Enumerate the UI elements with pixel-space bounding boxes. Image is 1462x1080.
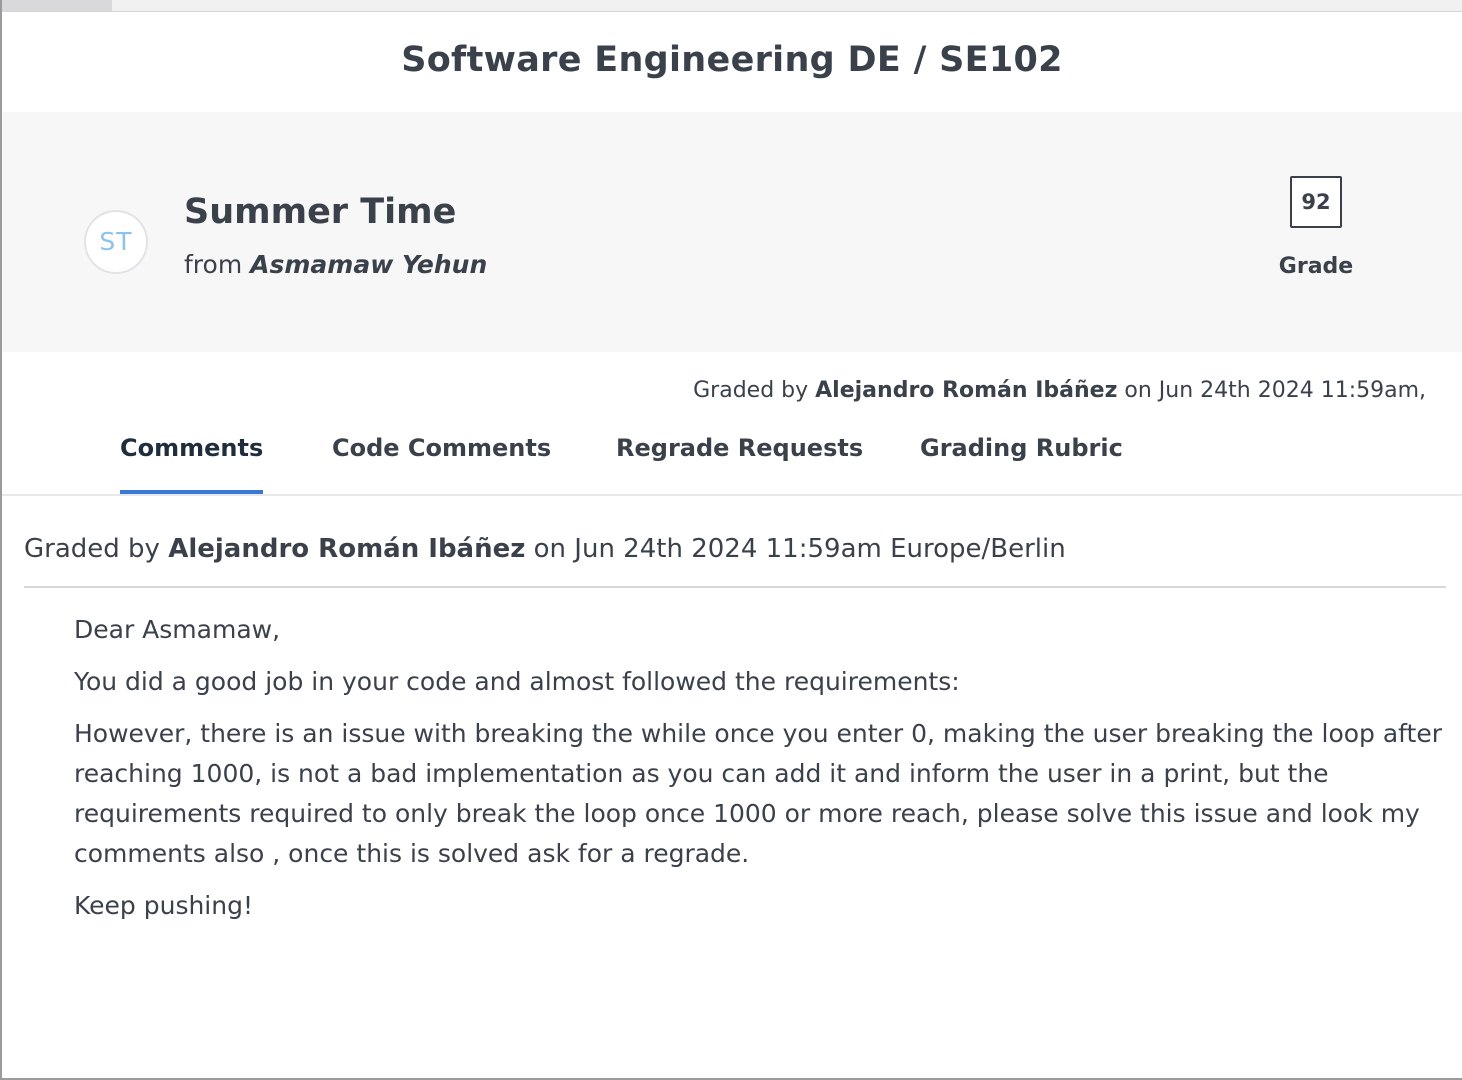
comment-meta-prefix: Graded by [24,534,160,564]
graded-summary: Graded by Alejandro Román Ibáñez on Jun … [693,378,1426,403]
comment-paragraph: Dear Asmamaw, [74,615,281,644]
comment-paragraph: Keep pushing! [74,891,253,920]
tab-code-comments[interactable]: Code Comments [332,434,551,494]
active-tab-indicator [120,490,264,494]
graded-summary-grader: Alejandro Román Ibáñez [815,378,1118,403]
top-toolbar-tab[interactable] [2,0,112,11]
top-toolbar [2,0,1462,12]
grade-value: 92 [1290,176,1342,228]
avatar: ST [84,210,148,274]
grade-label: Grade [1278,254,1354,279]
submission-author-line: from Asmamaw Yehun [184,250,487,279]
tab-label: Regrade Requests [616,434,864,462]
comment-divider [24,586,1446,588]
comment-meta-grader: Alejandro Román Ibáñez [168,534,526,564]
graded-summary-suffix: on Jun 24th 2024 11:59am, [1124,378,1426,403]
tab-label: Comments [120,434,264,462]
tab-label: Code Comments [332,434,552,462]
submission-header: ST Summer Time from Asmamaw Yehun 92 Gra… [2,112,1462,352]
comment-body: Dear Asmamaw, You did a good job in your… [74,610,1452,938]
tab-comments[interactable]: Comments [120,434,264,494]
comment-paragraph: However, there is an issue with breaking… [74,719,1442,868]
course-title: Software Engineering DE / SE102 [401,40,1063,80]
graded-summary-prefix: Graded by [693,378,809,403]
tab-regrade-requests[interactable]: Regrade Requests [616,434,863,494]
tab-bar: Comments Code Comments Regrade Requests … [2,420,1462,496]
tab-grading-rubric[interactable]: Grading Rubric [920,434,1123,494]
comment-paragraph: You did a good job in your code and almo… [74,667,960,696]
comment-meta-suffix: on Jun 24th 2024 11:59am Europe/Berlin [533,534,1066,564]
author-name: Asmamaw Yehun [250,250,488,279]
comment-meta: Graded by Alejandro Román Ibáñez on Jun … [24,534,1066,564]
from-prefix: from [184,250,243,279]
assignment-title: Summer Time [184,192,457,232]
tab-label: Grading Rubric [920,434,1123,462]
